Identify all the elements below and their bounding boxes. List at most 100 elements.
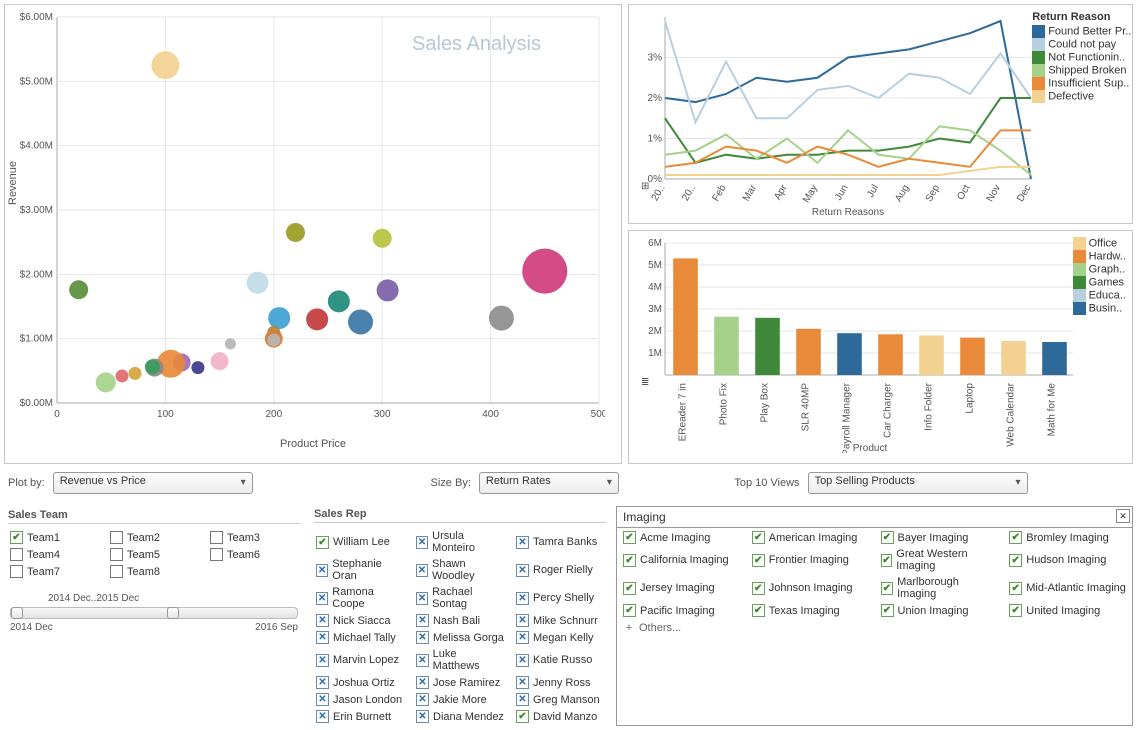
checkbox-item[interactable]: ✔Hudson Imaging [1007,547,1128,573]
checkbox-item[interactable]: ✔Team7 [8,564,100,579]
checkbox-item[interactable]: ✕Rachael Sontag [414,585,506,611]
company-search-input[interactable]: Imaging [617,507,1132,528]
checkbox-item[interactable]: ✔Frontier Imaging [750,547,871,573]
checkbox-item[interactable]: ✕Stephanie Oran [314,557,406,583]
checkbox-item[interactable]: ✔Team8 [108,564,200,579]
svg-text:5M: 5M [648,260,662,271]
plotby-select[interactable]: Revenue vs Price [53,472,253,494]
checkbox-item[interactable]: ✕Roger Rielly [514,557,606,583]
checkbox-item[interactable]: ✕Greg Manson [514,692,606,707]
checkbox-item[interactable]: ✔Team4 [8,547,100,562]
checkbox-item[interactable]: ✕Ursula Monteiro [414,529,506,555]
svg-text:Laptop: Laptop [965,383,976,414]
checkbox-item[interactable]: ✔Johnson Imaging [750,575,871,601]
svg-text:Feb: Feb [710,183,728,204]
sales-rep-filter: Sales Rep ✔William Lee✕Ursula Monteiro✕T… [310,506,610,726]
checkbox-item[interactable]: ✔Marlborough Imaging [879,575,1000,601]
line-plot-area: 0%1%2%3%⊞20..20..FebMarAprMayJunJulAugSe… [637,11,1032,217]
svg-text:6M: 6M [648,238,662,249]
svg-text:0: 0 [54,409,60,420]
checkbox-item[interactable]: ✕Shawn Woodley [414,557,506,583]
svg-text:$1.00M: $1.00M [20,334,53,345]
checkbox-item[interactable]: ✔Team1 [8,530,100,545]
checkbox-item[interactable]: ✔Bayer Imaging [879,530,1000,545]
slider-handle-end[interactable] [167,607,179,619]
svg-text:20..: 20.. [650,183,668,203]
checkbox-item[interactable]: ✕Luke Matthews [414,647,506,673]
legend-item[interactable]: Educa.. [1073,289,1132,302]
checkbox-item[interactable]: ✔Pacific Imaging [621,603,742,618]
svg-text:$0.00M: $0.00M [20,398,53,409]
checkbox-item[interactable]: ✕Katie Russo [514,647,606,673]
checkbox-item[interactable]: ✔Team2 [108,530,200,545]
checkbox-item[interactable]: ✔Team5 [108,547,200,562]
svg-text:EReader 7 in: EReader 7 in [678,383,689,441]
legend-item[interactable]: Insufficient Sup.. [1032,77,1132,90]
checkbox-item[interactable]: ✔Acme Imaging [621,530,742,545]
checkbox-item[interactable]: ✕Jose Ramirez [414,675,506,690]
legend-item[interactable]: Defective [1032,90,1132,103]
legend-item[interactable]: Graph.. [1073,263,1132,276]
line-legend: Return Reason Found Better Pr..Could not… [1032,11,1132,217]
checkbox-item[interactable]: ✔William Lee [314,529,406,555]
checkbox-item[interactable]: ✕Marvin Lopez [314,647,406,673]
others-expand[interactable]: + Others... [617,620,1132,636]
plus-icon: + [623,622,635,634]
legend-item[interactable]: Shipped Broken [1032,64,1132,77]
legend-item[interactable]: Found Better Pr.. [1032,25,1132,38]
slider-handle-start[interactable] [11,607,23,619]
return-reasons-chart[interactable]: 0%1%2%3%⊞20..20..FebMarAprMayJunJulAugSe… [628,4,1133,224]
checkbox-item[interactable]: ✕Diana Mendez [414,709,506,724]
sales-team-filter: Sales Team ✔Team1✔Team2✔Team3✔Team4✔Team… [4,506,304,726]
svg-text:1M: 1M [648,348,662,359]
checkbox-item[interactable]: ✕Jakie More [414,692,506,707]
sizeby-label: Size By: [431,477,471,489]
svg-text:Product: Product [853,443,888,453]
checkbox-item[interactable]: ✔Bromley Imaging [1007,530,1128,545]
svg-text:2%: 2% [648,93,663,104]
scatter-chart[interactable]: Sales Analysis 0100200300400500$0.00M$1.… [4,4,622,464]
checkbox-item[interactable]: ✔Team6 [208,547,300,562]
checkbox-item[interactable]: ✕Tamra Banks [514,529,606,555]
svg-text:Aug: Aug [893,183,911,204]
checkbox-item[interactable]: ✕Megan Kelly [514,630,606,645]
checkbox-item[interactable]: ✕Jason London [314,692,406,707]
checkbox-item[interactable]: ✕Michael Tally [314,630,406,645]
legend-item[interactable]: Office [1073,237,1132,250]
date-range-slider[interactable]: 2014 Dec..2015 Dec 2014 Dec 2016 Sep [10,607,298,647]
checkbox-item[interactable]: ✔American Imaging [750,530,871,545]
top-products-chart[interactable]: 1M2M3M4M5M6M≣EReader 7 inPhoto FixPlay B… [628,230,1133,464]
legend-item[interactable]: Games [1073,276,1132,289]
topviews-select[interactable]: Top Selling Products [808,472,1028,494]
svg-text:Dec: Dec [1015,183,1032,204]
checkbox-item[interactable]: ✕Jenny Ross [514,675,606,690]
checkbox-item[interactable]: ✔Jersey Imaging [621,575,742,601]
checkbox-item[interactable]: ✕Erin Burnett [314,709,406,724]
checkbox-item[interactable]: ✕Nash Bali [414,613,506,628]
sizeby-select[interactable]: Return Rates [479,472,619,494]
checkbox-item[interactable]: ✔Union Imaging [879,603,1000,618]
legend-item[interactable]: Could not pay [1032,38,1132,51]
plotby-label: Plot by: [8,477,45,489]
scatter-plot-area: 0100200300400500$0.00M$1.00M$2.00M$3.00M… [15,11,605,431]
checkbox-item[interactable]: ✕Melissa Gorga [414,630,506,645]
legend-item[interactable]: Hardw.. [1073,250,1132,263]
legend-item[interactable]: Not Functionin.. [1032,51,1132,64]
checkbox-item[interactable]: ✔Texas Imaging [750,603,871,618]
checkbox-item[interactable]: ✔David Manzo [514,709,606,724]
svg-text:Web Calendar: Web Calendar [1006,382,1017,446]
checkbox-item[interactable]: ✕Joshua Ortiz [314,675,406,690]
checkbox-item[interactable]: ✕Percy Shelly [514,585,606,611]
checkbox-item[interactable]: ✕Ramona Coope [314,585,406,611]
checkbox-item[interactable]: ✔Team3 [208,530,300,545]
checkbox-item[interactable]: ✕Nick Siacca [314,613,406,628]
svg-text:Nov: Nov [985,183,1003,204]
checkbox-item[interactable]: ✔Mid-Atlantic Imaging [1007,575,1128,601]
svg-text:$5.00M: $5.00M [20,76,53,87]
checkbox-item[interactable]: ✔Great Western Imaging [879,547,1000,573]
legend-item[interactable]: Busin.. [1073,302,1132,315]
checkbox-item[interactable]: ✔United Imaging [1007,603,1128,618]
close-icon[interactable]: ✕ [1116,509,1130,523]
checkbox-item[interactable]: ✕Mike Schnurr [514,613,606,628]
checkbox-item[interactable]: ✔California Imaging [621,547,742,573]
